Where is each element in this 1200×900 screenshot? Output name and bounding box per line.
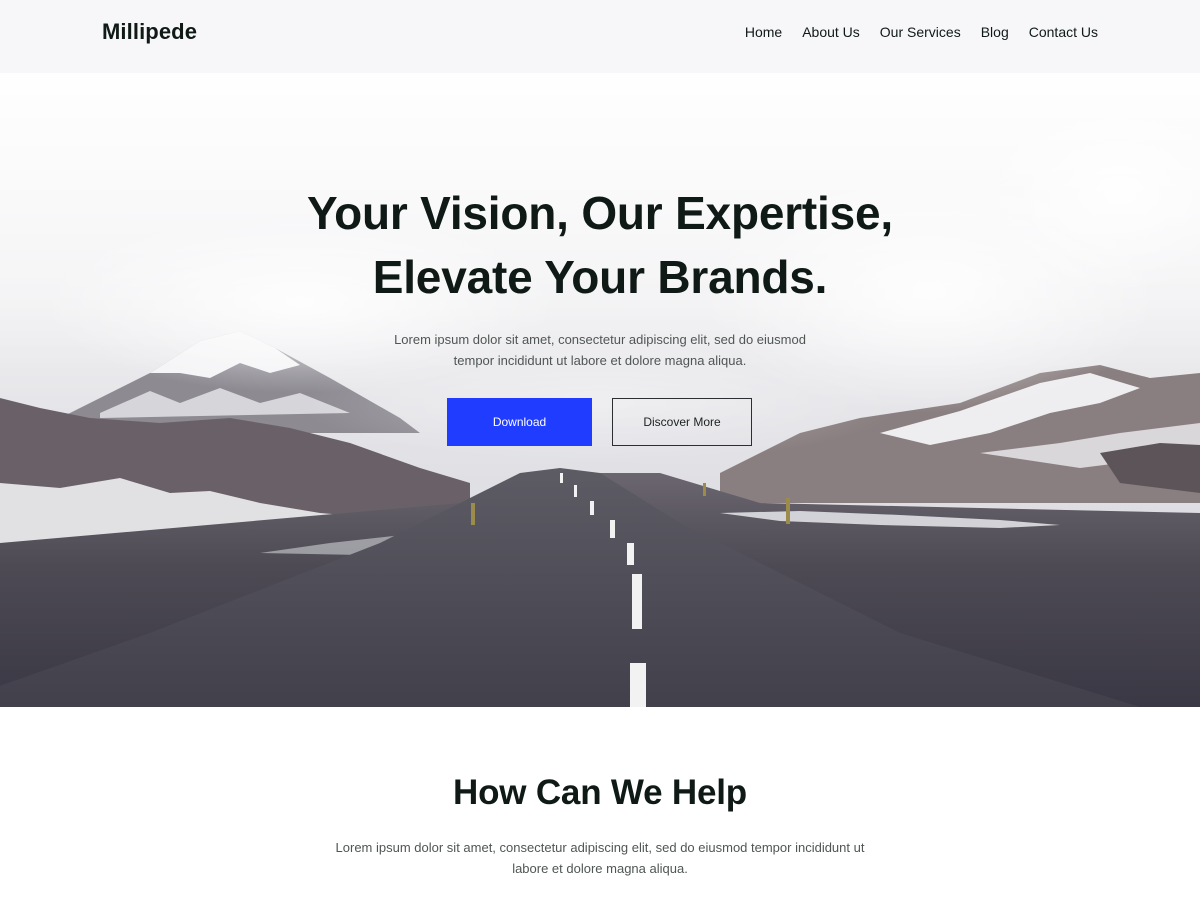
site-header: Millipede Home About Us Our Services Blo… [0,0,1200,73]
hero-title-line-1: Your Vision, Our Expertise, [307,187,893,239]
help-subtitle: Lorem ipsum dolor sit amet, consectetur … [335,840,865,876]
help-title: How Can We Help [453,773,747,812]
hero-title: Your Vision, Our Expertise, Elevate Your… [0,181,1200,309]
nav-home[interactable]: Home [745,24,782,40]
help-section: How Can We Help Lorem ipsum dolor sit am… [0,707,1200,900]
discover-more-button[interactable]: Discover More [612,398,752,446]
nav-contact-us[interactable]: Contact Us [1029,24,1098,40]
nav-about-us[interactable]: About Us [802,24,860,40]
hero-title-line-2: Elevate Your Brands. [372,251,828,303]
nav-blog[interactable]: Blog [981,24,1009,40]
main-nav: Home About Us Our Services Blog Contact … [745,24,1098,40]
hero-section: Your Vision, Our Expertise, Elevate Your… [0,73,1200,707]
download-button[interactable]: Download [447,398,592,446]
hero-subtitle: Lorem ipsum dolor sit amet, consectetur … [394,332,806,368]
hero-background-image [0,73,1200,707]
nav-our-services[interactable]: Our Services [880,24,961,40]
site-logo[interactable]: Millipede [102,19,197,45]
